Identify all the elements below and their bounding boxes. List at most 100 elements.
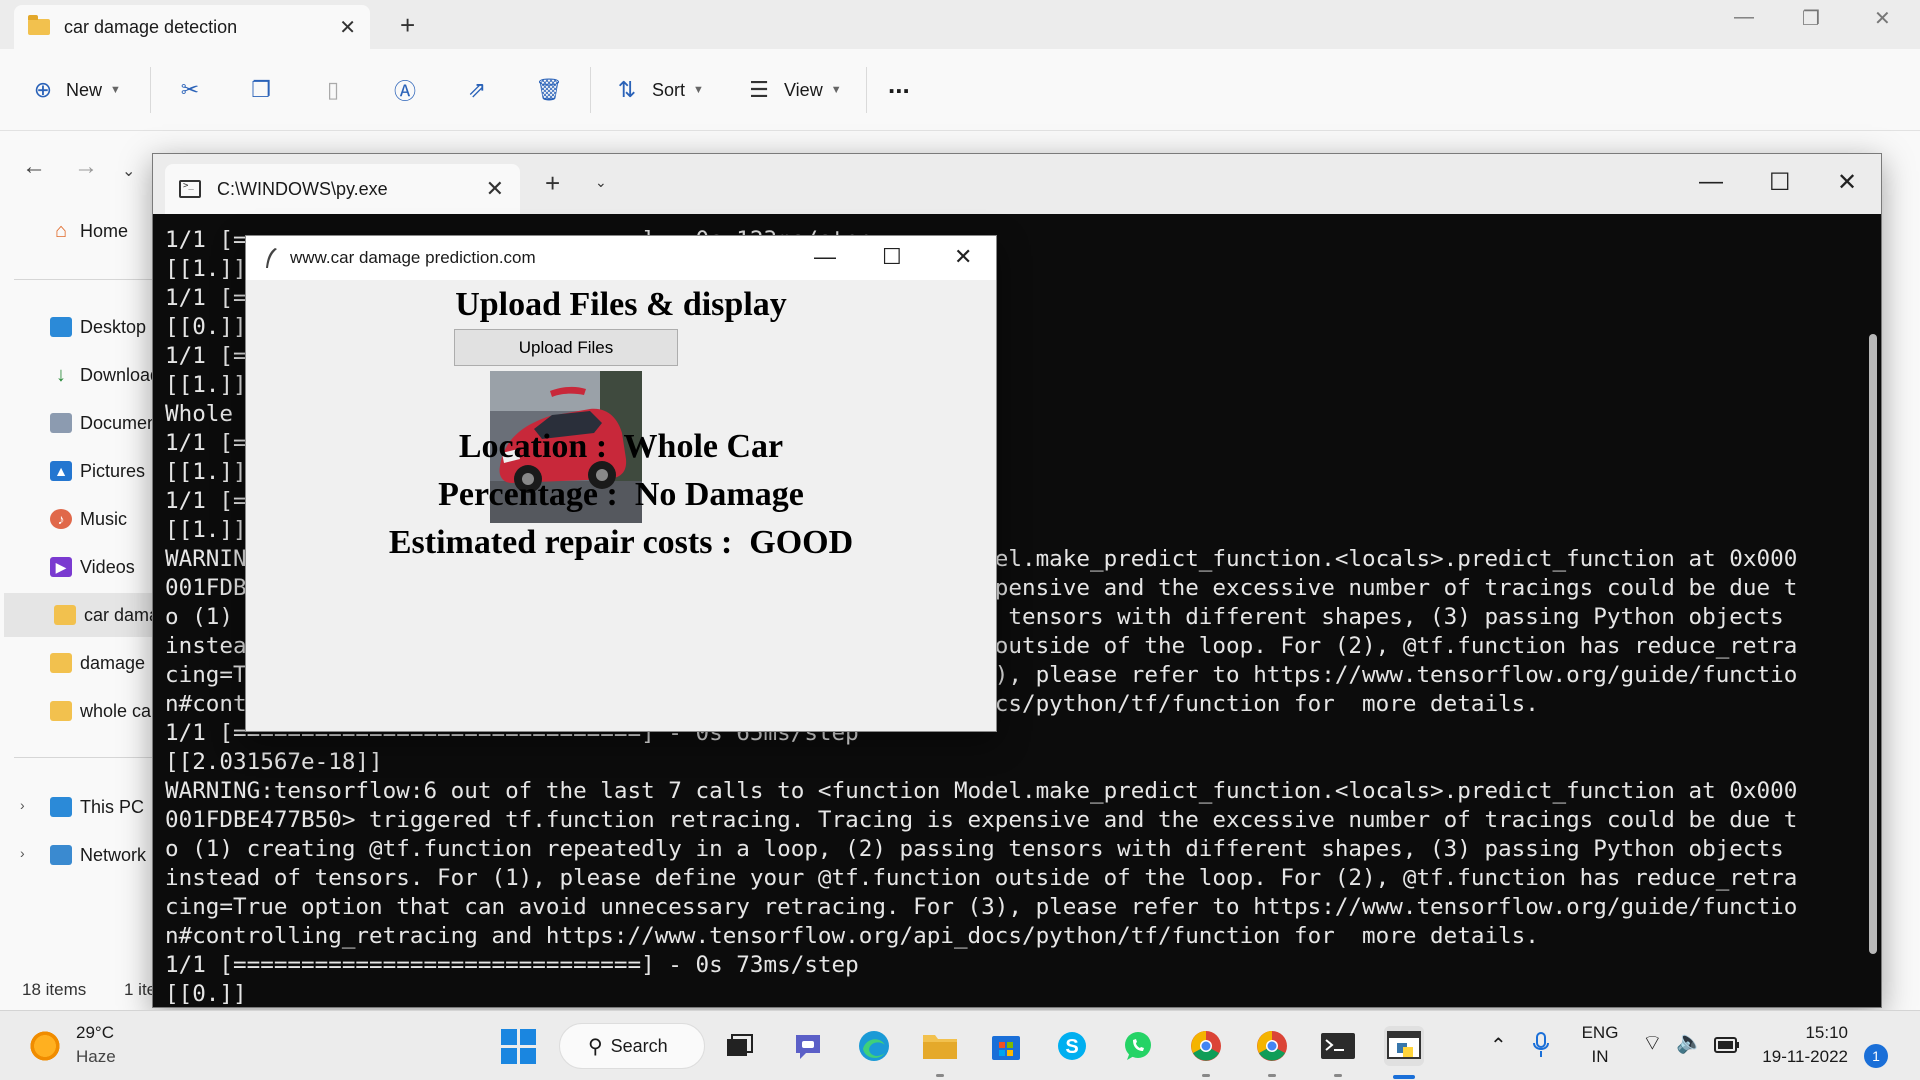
sidebar-divider [14,279,154,280]
sidebar-item-car-damage-detection[interactable]: car damage detection [4,593,164,637]
folder-icon [50,701,72,721]
chat-icon [796,1035,820,1059]
trash-icon: 🗑 [535,77,563,102]
running-indicator [1268,1074,1276,1077]
microsoft-store-button[interactable] [986,1026,1026,1066]
wifi-icon[interactable]: ⌔ [1642,1029,1663,1057]
clock-time[interactable]: 15:10 [1758,1023,1848,1043]
language-indicator-bottom[interactable]: IN [1580,1047,1620,1067]
sidebar-item-label: Downloads [80,364,160,385]
scissors-icon: ✂ [180,77,200,102]
weather-haze-icon[interactable] [28,1029,62,1063]
close-icon[interactable]: ✕ [1874,6,1891,31]
skype-button[interactable]: S [1052,1026,1092,1066]
car-damage-app-window: www.car damage prediction.com — ☐ ✕ Uplo… [245,235,997,732]
svg-text:S: S [1065,1036,1078,1058]
terminal-line: 001FDBE477B50> triggered tf.function ret… [165,807,1798,833]
battery-icon[interactable] [1714,1037,1740,1053]
scrollbar[interactable] [1869,334,1877,954]
sidebar-item-documents[interactable]: Documents [0,401,160,445]
maximize-icon[interactable]: ☐ [1769,168,1791,197]
taskbar: 29°C Haze ⚲ Search S ⌃ ENG IN ⌔ 🔈 15:10 … [0,1010,1920,1080]
clock-date[interactable]: 19-11-2022 [1758,1047,1848,1067]
sidebar-item-whole-car[interactable]: whole car [0,689,160,733]
minimize-icon[interactable]: — [1699,168,1723,196]
explorer-tab[interactable]: car damage detection ✕ [14,5,370,49]
sidebar-item-desktop[interactable]: Desktop [0,305,160,349]
taskbar-search[interactable]: ⚲ Search [559,1023,705,1069]
copy-button[interactable]: ❐ [246,73,276,107]
sidebar-item-music[interactable]: ♪ Music [0,497,160,541]
new-button[interactable]: ⊕ New ▼ [28,73,121,107]
sidebar-item-network[interactable]: Network [0,833,160,877]
document-icon [50,413,72,433]
show-hidden-icons-chevron-icon[interactable]: ⌃ [1490,1033,1507,1058]
sidebar-item-videos[interactable]: ▶ Videos [0,545,160,589]
close-tab-icon[interactable]: ✕ [339,15,356,40]
sort-button[interactable]: ⇅ Sort ▼ [612,73,704,107]
explorer-toolbar: ⊕ New ▼ ✂ ❐ ▯ Ⓐ ⇗ 🗑 ⇅ Sort ▼ ☰ View ▼ ..… [0,49,1920,131]
explorer-tab-title: car damage detection [64,16,238,37]
folder-icon [923,1035,957,1059]
download-arrow-icon: ↓ [56,363,66,386]
terminal-button[interactable] [1318,1026,1358,1066]
python-app-button[interactable] [1384,1026,1424,1066]
rename-button[interactable]: Ⓐ [390,73,420,107]
recent-locations-chevron-icon[interactable]: ⌄ [122,161,135,181]
edge-browser-button[interactable] [854,1026,894,1066]
chrome-icon [1257,1031,1287,1061]
feather-icon [266,248,277,268]
search-label: Search [610,1035,668,1056]
terminal-line: [[0.]] [165,981,247,1006]
forward-arrow-icon[interactable]: → [74,153,98,181]
new-tab-button[interactable]: + [545,168,560,199]
chrome-button[interactable] [1252,1026,1292,1066]
explorer-nav: ← → ⌄ [0,131,160,201]
upload-files-button[interactable]: Upload Files [454,329,678,366]
teams-chat-button[interactable] [788,1026,828,1066]
share-button[interactable]: ⇗ [462,73,492,107]
terminal-tab[interactable]: C:\WINDOWS\py.exe ✕ [165,164,520,214]
close-icon[interactable]: ✕ [954,244,972,270]
weather-temperature[interactable]: 29°C [76,1023,114,1043]
back-arrow-icon[interactable]: ← [22,153,46,181]
repair-cost-result: Estimated repair costs : GOOD [388,524,854,561]
cut-button[interactable]: ✂ [175,73,205,107]
desktop-icon [50,317,72,337]
volume-icon[interactable]: 🔈 [1676,1029,1703,1055]
task-view-button[interactable] [720,1026,760,1066]
sidebar-item-label: Videos [80,556,135,577]
close-icon[interactable]: ✕ [1837,168,1857,197]
pictures-icon: ▲ [50,461,72,481]
chevron-down-icon[interactable]: ⌄ [595,174,607,191]
rename-icon: Ⓐ [393,79,416,104]
sidebar-item-downloads[interactable]: ↓ Downloads [0,353,160,397]
notification-badge[interactable]: 1 [1864,1044,1888,1068]
sidebar-item-pictures[interactable]: ▲ Pictures [0,449,160,493]
delete-button[interactable]: 🗑 [534,73,564,107]
weather-description[interactable]: Haze [76,1047,116,1067]
paste-button[interactable]: ▯ [318,73,348,107]
new-tab-button[interactable]: + [400,10,415,41]
more-options-button[interactable]: ... [888,67,910,101]
task-view-icon [727,1034,753,1056]
view-lines-icon: ☰ [749,77,769,102]
minimize-icon[interactable]: — [814,244,836,270]
minimize-icon[interactable]: — [1734,6,1754,29]
running-indicator [936,1074,944,1077]
chrome-profile-button[interactable] [1186,1026,1226,1066]
close-tab-icon[interactable]: ✕ [486,176,504,202]
sidebar-item-damage[interactable]: damage [0,641,160,685]
restore-icon[interactable]: ❐ [1802,6,1820,31]
view-button[interactable]: ☰ View ▼ [744,73,841,107]
microphone-icon[interactable] [1532,1031,1550,1059]
language-indicator-top[interactable]: ENG [1580,1023,1620,1043]
sidebar-item-this-pc[interactable]: This PC [0,785,160,829]
maximize-icon[interactable]: ☐ [882,244,902,270]
whatsapp-button[interactable] [1118,1026,1158,1066]
start-button[interactable] [498,1026,538,1066]
file-explorer-button[interactable] [920,1026,960,1066]
percentage-result: Percentage : No Damage [438,476,804,513]
sidebar-item-home[interactable]: ⌂ Home [0,209,160,253]
terminal-line: [[2.031567e-18]] [165,749,383,775]
